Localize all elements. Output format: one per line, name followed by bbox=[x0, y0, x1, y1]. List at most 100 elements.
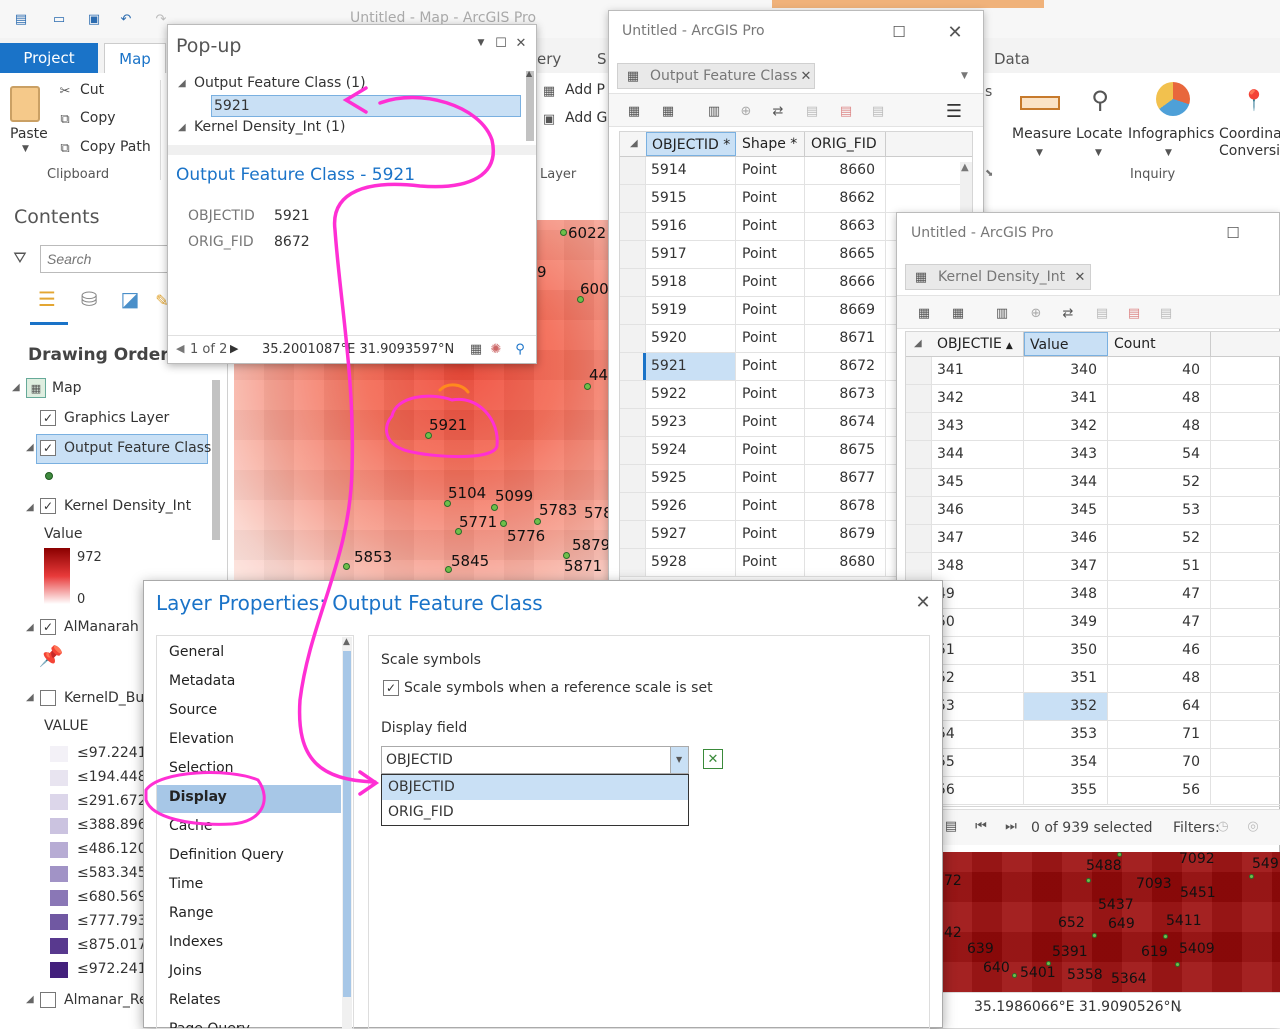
nav-item-selection[interactable]: Selection bbox=[157, 756, 341, 784]
cell-orig-fid[interactable]: 8671 bbox=[806, 325, 886, 352]
cell-objectid[interactable]: 5920 bbox=[646, 325, 736, 352]
cell-orig-fid[interactable]: 8679 bbox=[806, 521, 886, 548]
table-row[interactable]: 5914 Point 8660 bbox=[620, 157, 972, 185]
list-by-editing-icon[interactable]: ◪ bbox=[115, 286, 145, 312]
scroll-up-icon[interactable]: ▲ bbox=[526, 69, 532, 78]
cell-value[interactable]: 355 bbox=[1024, 777, 1108, 804]
cell-objectid[interactable]: 343 bbox=[932, 413, 1024, 440]
row-header[interactable] bbox=[620, 381, 646, 408]
cell-shape[interactable]: Point bbox=[737, 465, 805, 492]
row-header[interactable] bbox=[620, 269, 646, 296]
table-row[interactable]: 51 350 46 bbox=[906, 637, 1280, 665]
row-header[interactable] bbox=[906, 357, 932, 384]
copy-rows-icon[interactable]: ▤ bbox=[1155, 302, 1177, 324]
nav-item-joins[interactable]: Joins bbox=[157, 959, 341, 987]
cell-orig-fid[interactable]: 8666 bbox=[806, 269, 886, 296]
expression-icon[interactable]: ✕ bbox=[703, 749, 723, 769]
nav-scrollbar[interactable]: ▲ bbox=[342, 637, 352, 1029]
row-header[interactable] bbox=[620, 437, 646, 464]
cell-value[interactable]: 352 bbox=[1024, 693, 1108, 720]
cell-objectid[interactable]: 5921 bbox=[646, 353, 736, 380]
maximize-icon[interactable]: ☐ bbox=[887, 21, 911, 43]
paste-button[interactable]: Paste ▼ bbox=[6, 80, 48, 160]
open-project-icon[interactable]: ▭ bbox=[48, 8, 70, 30]
cell-shape[interactable]: Point bbox=[737, 241, 805, 268]
col-objectid[interactable]: OBJECTIE ▲ bbox=[932, 332, 1024, 356]
popup-group-kernel[interactable]: Kernel Density_Int (1) bbox=[194, 119, 345, 135]
row-header[interactable] bbox=[620, 493, 646, 520]
cell-value[interactable]: 342 bbox=[1024, 413, 1108, 440]
cell-objectid[interactable]: 5919 bbox=[646, 297, 736, 324]
table-row[interactable]: 52 351 48 bbox=[906, 665, 1280, 693]
select-by-attributes-icon[interactable]: ▥ bbox=[991, 302, 1013, 324]
dialog-launcher-icon[interactable]: ⬊ bbox=[985, 168, 993, 179]
nav-item-source[interactable]: Source bbox=[157, 698, 341, 726]
tab-data[interactable]: Data bbox=[994, 50, 1030, 68]
table-row[interactable]: 341 340 40 bbox=[906, 357, 1280, 385]
tab-map[interactable]: Map bbox=[104, 43, 166, 74]
cell-objectid[interactable]: 345 bbox=[932, 469, 1024, 496]
row-header[interactable] bbox=[906, 385, 932, 412]
select-by-attributes-icon[interactable]: ▥ bbox=[703, 100, 725, 122]
scroll-up-icon[interactable]: ▲ bbox=[343, 637, 350, 647]
cell-objectid[interactable]: 5918 bbox=[646, 269, 736, 296]
cell-orig-fid[interactable]: 8669 bbox=[806, 297, 886, 324]
cell-value[interactable]: 347 bbox=[1024, 553, 1108, 580]
cell-count[interactable]: 64 bbox=[1109, 693, 1211, 720]
cell-count[interactable]: 46 bbox=[1109, 637, 1211, 664]
row-header[interactable] bbox=[906, 553, 932, 580]
cell-objectid[interactable]: 50 bbox=[932, 609, 1024, 636]
delete-icon[interactable]: ▤ bbox=[835, 100, 857, 122]
scale-symbols-checkbox[interactable]: ✓ bbox=[383, 680, 399, 696]
cell-shape[interactable]: Point bbox=[737, 409, 805, 436]
cell-shape[interactable]: Point bbox=[737, 493, 805, 520]
cell-count[interactable]: 54 bbox=[1109, 441, 1211, 468]
clear-icon[interactable]: ▤ bbox=[801, 100, 823, 122]
row-header[interactable] bbox=[620, 297, 646, 324]
table2-tab[interactable]: ▦ Kernel Density_Int ✕ bbox=[905, 264, 1091, 290]
cell-objectid[interactable]: 5914 bbox=[646, 157, 736, 184]
layer-kernel[interactable]: Kernel Density_Int bbox=[64, 498, 191, 514]
list-by-source-icon[interactable]: ⛁ bbox=[74, 286, 104, 312]
nav-item-relates[interactable]: Relates bbox=[157, 988, 341, 1016]
cell-objectid[interactable]: 54 bbox=[932, 721, 1024, 748]
layer-almanarah[interactable]: AlManarah bbox=[64, 619, 139, 635]
close-icon[interactable]: ✕ bbox=[943, 21, 967, 43]
cell-objectid[interactable]: 51 bbox=[932, 637, 1024, 664]
cell-shape[interactable]: Point bbox=[737, 157, 805, 184]
table-row[interactable]: 342 341 48 bbox=[906, 385, 1280, 413]
nav-item-page-query[interactable]: Page Query bbox=[157, 1017, 341, 1028]
calculate-icon[interactable]: ▦ bbox=[657, 100, 679, 122]
point-5099[interactable] bbox=[491, 504, 498, 511]
table-row[interactable]: 345 344 52 bbox=[906, 469, 1280, 497]
cell-value[interactable]: 345 bbox=[1024, 497, 1108, 524]
selection-filter-icon[interactable]: ◎ bbox=[1243, 816, 1263, 836]
row-header[interactable] bbox=[906, 413, 932, 440]
close-icon[interactable]: ✕ bbox=[912, 591, 934, 613]
cell-value[interactable]: 346 bbox=[1024, 525, 1108, 552]
tab-partial-s[interactable]: S bbox=[597, 50, 607, 68]
table-row[interactable]: 344 343 54 bbox=[906, 441, 1280, 469]
cell-objectid[interactable]: 5924 bbox=[646, 437, 736, 464]
cell-value[interactable]: 343 bbox=[1024, 441, 1108, 468]
collapse-arrow-icon[interactable]: ◢ bbox=[178, 78, 186, 89]
cell-count[interactable]: 70 bbox=[1109, 749, 1211, 776]
scroll-thumb[interactable] bbox=[343, 651, 351, 997]
cell-value[interactable]: 341 bbox=[1024, 385, 1108, 412]
cell-value[interactable]: 344 bbox=[1024, 469, 1108, 496]
row-header[interactable] bbox=[620, 241, 646, 268]
cell-shape[interactable]: Point bbox=[737, 353, 805, 380]
measure-button[interactable]: Measure bbox=[1012, 126, 1072, 142]
nav-item-cache[interactable]: Cache bbox=[157, 814, 341, 842]
nav-item-time[interactable]: Time bbox=[157, 872, 341, 900]
point-5776[interactable] bbox=[500, 520, 507, 527]
cell-orig-fid[interactable]: 8673 bbox=[806, 381, 886, 408]
display-field-select[interactable]: OBJECTID ▼ bbox=[381, 746, 689, 774]
row-header[interactable] bbox=[906, 441, 932, 468]
cell-orig-fid[interactable]: 8677 bbox=[806, 465, 886, 492]
copy-rows-icon[interactable]: ▤ bbox=[867, 100, 889, 122]
first-page-icon[interactable]: ⏮ bbox=[971, 816, 991, 836]
cell-objectid[interactable]: 5915 bbox=[646, 185, 736, 212]
cell-value[interactable]: 349 bbox=[1024, 609, 1108, 636]
layer-graphics[interactable]: Graphics Layer bbox=[64, 410, 169, 426]
